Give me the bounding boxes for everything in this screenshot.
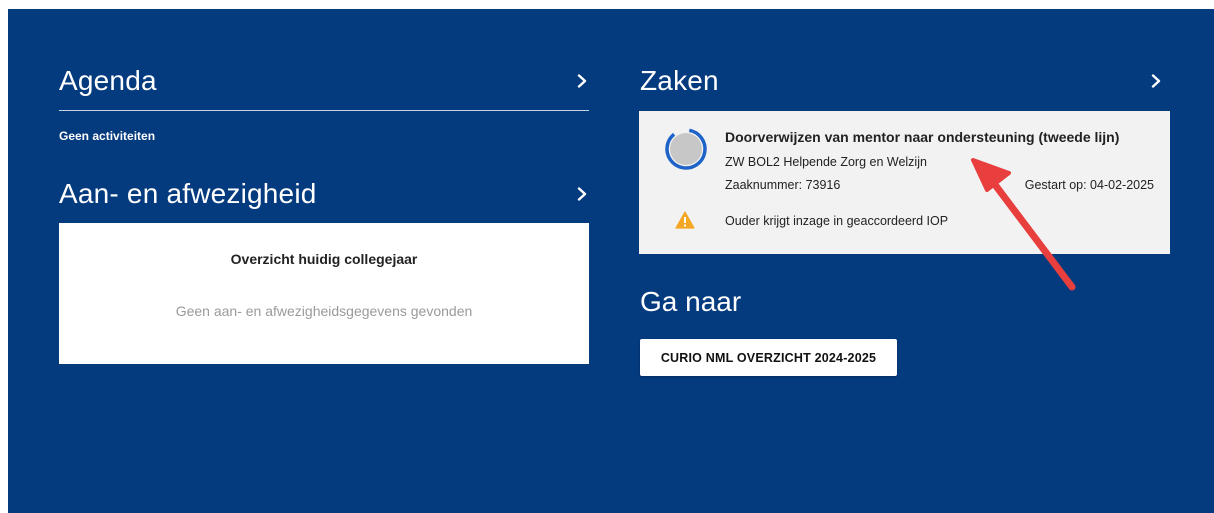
zaken-header[interactable]: Zaken [640,62,1163,100]
aanwezigheid-card: Overzicht huidig collegejaar Geen aan- e… [59,223,589,364]
warning-icon [675,211,695,229]
chevron-right-icon[interactable] [575,187,589,201]
zaken-title: Zaken [640,65,719,96]
progress-ring-icon [664,127,708,171]
ga-naar-title: Ga naar [640,286,742,317]
agenda-header[interactable]: Agenda [59,62,589,100]
aanwezigheid-title: Aan- en afwezigheid [59,178,317,209]
aanwezigheid-card-title: Overzicht huidig collegejaar [230,251,418,267]
agenda-title: Agenda [59,65,157,96]
zaak-subtitle: ZW BOL2 Helpende Zorg en Welzijn [725,155,927,169]
zaak-start-date: Gestart op: 04-02-2025 [1024,178,1154,192]
chevron-right-icon[interactable] [1149,74,1163,88]
agenda-divider [59,110,589,111]
zaak-title: Doorverwijzen van mentor naar ondersteun… [725,129,1120,145]
zaak-warning-text: Ouder krijgt inzage in geaccordeerd IOP [725,214,949,228]
zaak-card[interactable]: Doorverwijzen van mentor naar ondersteun… [639,111,1170,254]
aanwezigheid-empty-text: Geen aan- en afwezigheidsgegevens gevond… [175,303,473,319]
chevron-right-icon[interactable] [575,74,589,88]
zaak-number: Zaaknummer: 73916 [725,178,841,192]
aanwezigheid-header[interactable]: Aan- en afwezigheid [59,175,589,213]
agenda-empty-text: Geen activiteiten [59,129,156,143]
curio-overzicht-button[interactable]: CURIO NML OVERZICHT 2024-2025 [640,339,897,376]
